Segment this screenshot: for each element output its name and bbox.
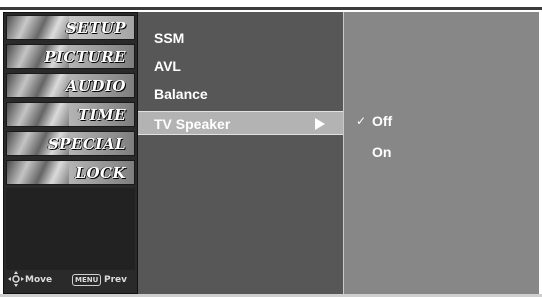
top-frame-bar: [0, 0, 542, 10]
navigation-help: Move MENU Prev: [8, 271, 135, 289]
sidebar-item-label: LOCK: [75, 164, 126, 182]
prev-hint-text: Prev: [104, 275, 128, 285]
tv-osd-menu: SETUP PICTURE AUDIO TIME SPECIAL LOCK Mo…: [0, 0, 542, 297]
sidebar-item-audio[interactable]: AUDIO: [6, 73, 135, 98]
option-on[interactable]: On: [344, 140, 539, 164]
option-off[interactable]: ✓ Off: [344, 109, 539, 133]
lock-icon: [7, 161, 69, 184]
sidebar-empty-area: [6, 188, 135, 270]
sidebar-item-special[interactable]: SPECIAL: [6, 131, 135, 156]
option-label: Off: [372, 113, 393, 129]
menu-item-label: AVL: [154, 58, 181, 74]
satellite-icon: [7, 16, 69, 39]
sidebar-item-label: AUDIO: [65, 77, 126, 95]
menu-item-balance[interactable]: Balance: [138, 82, 343, 106]
sidebar-item-lock[interactable]: LOCK: [6, 160, 135, 185]
sidebar-item-picture[interactable]: PICTURE: [6, 44, 135, 69]
move-dpad-icon: [8, 271, 24, 287]
move-hint-text: Move: [25, 275, 53, 285]
sidebar-item-label: SPECIAL: [47, 135, 126, 153]
audio-menu-panel: SSM AVL Balance TV Speaker: [138, 12, 344, 294]
sidebar-item-label: PICTURE: [44, 48, 126, 66]
menu-item-label: TV Speaker: [154, 116, 231, 132]
sidebar-item-time[interactable]: TIME: [6, 102, 135, 127]
checkmark-icon: ✓: [356, 114, 367, 128]
menu-item-ssm[interactable]: SSM: [138, 26, 343, 50]
menu-item-label: Balance: [154, 86, 208, 102]
sidebar-item-label: SETUP: [65, 19, 126, 37]
menu-item-avl[interactable]: AVL: [138, 54, 343, 78]
sidebar-item-label: TIME: [77, 106, 126, 124]
sidebar-item-setup[interactable]: SETUP: [6, 15, 135, 40]
speaker-icon: [7, 74, 69, 97]
menu-key-icon: MENU: [72, 274, 102, 286]
option-label: On: [372, 144, 392, 160]
menu-item-label: SSM: [154, 30, 185, 46]
submenu-arrow-icon: [315, 118, 325, 130]
category-sidebar: SETUP PICTURE AUDIO TIME SPECIAL LOCK Mo…: [3, 12, 138, 294]
clock-icon: [7, 103, 69, 126]
menu-item-tv-speaker[interactable]: TV Speaker: [138, 111, 343, 135]
tv-speaker-submenu: ✓ Off On: [344, 12, 539, 294]
